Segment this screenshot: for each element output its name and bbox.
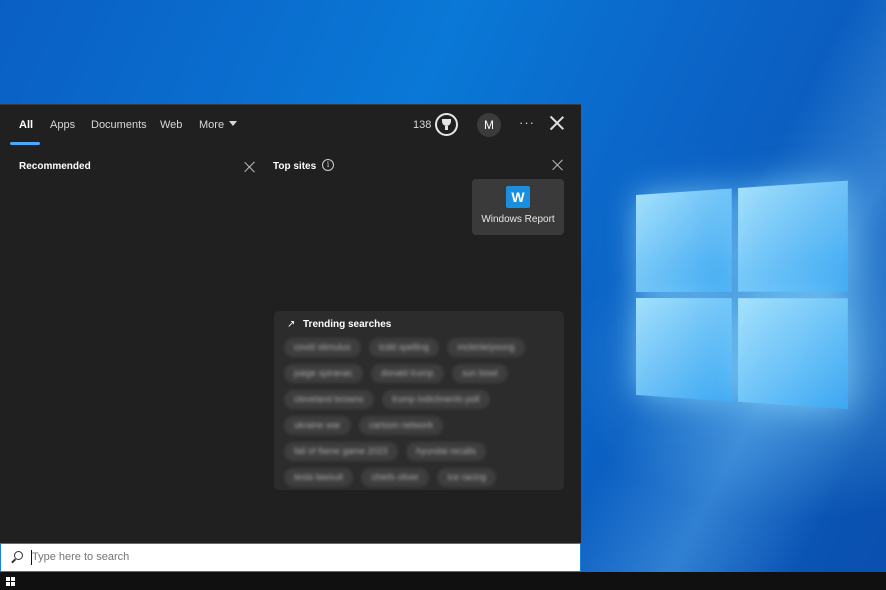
search-tabs: All Apps Documents Web More 138 M ··· xyxy=(0,105,581,145)
taskbar xyxy=(0,572,886,590)
trending-chip[interactable]: mckinleiyoung xyxy=(447,338,525,357)
top-site-label: Windows Report xyxy=(481,214,555,225)
search-panel: All Apps Documents Web More 138 M ··· Re… xyxy=(0,104,581,543)
logo-pane xyxy=(738,298,848,410)
windows-logo-icon xyxy=(636,180,850,411)
trending-chip[interactable]: chiefs oliver xyxy=(361,468,430,487)
tab-all[interactable]: All xyxy=(19,119,33,131)
trending-title: Trending searches xyxy=(303,319,392,330)
tab-apps[interactable]: Apps xyxy=(50,119,75,131)
logo-pane xyxy=(636,188,732,292)
search-input[interactable] xyxy=(32,551,532,563)
trending-chip[interactable]: tesla lawsuit xyxy=(284,468,354,487)
trending-chip[interactable]: fall of flame game 2023 xyxy=(284,442,398,461)
trending-chip[interactable]: cartoon network xyxy=(358,416,444,435)
trending-chip[interactable]: ukraine war xyxy=(284,416,351,435)
trending-chip[interactable]: trump indictments poll xyxy=(382,390,490,409)
trophy-stem-shape xyxy=(445,126,448,130)
tab-more[interactable]: More xyxy=(199,119,238,131)
avatar[interactable]: M xyxy=(477,113,501,137)
top-sites-title: Top sites xyxy=(273,161,317,172)
trending-chip[interactable]: hyundai recalls xyxy=(406,442,487,461)
info-icon[interactable]: i xyxy=(322,159,334,171)
trending-chip[interactable]: sun bowl xyxy=(452,364,508,383)
start-square xyxy=(6,577,10,581)
close-icon[interactable] xyxy=(549,116,564,130)
top-site-tile[interactable]: W Windows Report xyxy=(472,179,564,235)
trophy-icon[interactable] xyxy=(435,113,458,136)
start-square xyxy=(11,577,15,581)
tab-web[interactable]: Web xyxy=(160,119,182,131)
trending-chip[interactable]: ice racing xyxy=(437,468,496,487)
chevron-down-icon xyxy=(229,121,238,126)
recommended-close-icon[interactable] xyxy=(244,161,256,173)
top-sites-close-icon[interactable] xyxy=(552,159,564,171)
trending-chip[interactable]: cleveland browns xyxy=(284,390,374,409)
recommended-title: Recommended xyxy=(19,161,91,172)
trending-chip[interactable]: donald trump xyxy=(371,364,444,383)
trending-chips: covid stimulus tcdd spelling mckinleiyou… xyxy=(284,337,559,493)
start-square xyxy=(11,582,15,586)
trending-chip[interactable]: paige spiranac xyxy=(284,364,363,383)
logo-pane xyxy=(738,180,848,292)
start-square xyxy=(6,582,10,586)
more-options-icon[interactable]: ··· xyxy=(519,115,535,130)
search-handle xyxy=(11,558,16,564)
tab-active-indicator xyxy=(10,142,40,145)
rewards-points: 138 xyxy=(413,119,432,131)
taskbar-search-box[interactable] xyxy=(0,543,581,572)
logo-pane xyxy=(636,298,732,402)
trending-arrow-icon: ↗ xyxy=(287,319,296,330)
trophy-cup-shape xyxy=(442,119,451,126)
trending-chip[interactable]: covid stimulus xyxy=(284,338,361,357)
trending-searches-card: ↗ Trending searches covid stimulus tcdd … xyxy=(274,311,564,490)
tab-more-label: More xyxy=(199,119,225,131)
tab-documents[interactable]: Documents xyxy=(91,119,147,131)
search-icon xyxy=(11,551,23,564)
trending-chip[interactable]: tcdd spelling xyxy=(368,338,440,357)
windows-start-icon[interactable] xyxy=(6,577,15,586)
windows-report-logo-icon: W xyxy=(506,186,530,208)
